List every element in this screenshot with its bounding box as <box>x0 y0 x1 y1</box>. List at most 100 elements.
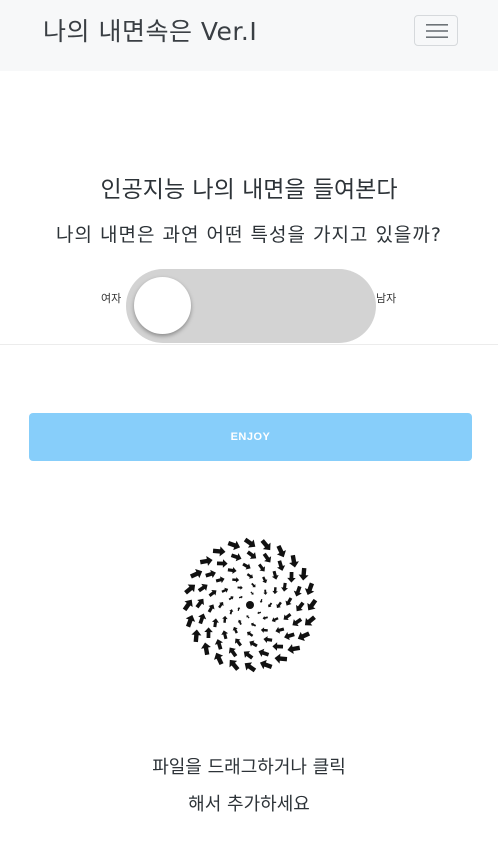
spiral-arrow <box>289 554 299 568</box>
spiral-arrow <box>204 627 213 639</box>
spiral-arrow <box>211 618 219 628</box>
spiral-arrow <box>258 648 270 657</box>
spiral-arrow <box>221 587 229 593</box>
page-headline: 인공지능 나의 내면을 들여본다 <box>100 177 398 203</box>
spiral-arrow <box>205 569 216 578</box>
spiral-arrow <box>216 559 228 568</box>
upload-instruction-line2[interactable]: 해서 추가하세요 <box>0 791 498 819</box>
spiral-arrow <box>263 589 268 595</box>
spiral-arrow <box>274 653 288 664</box>
spiral-arrow <box>185 614 196 628</box>
spiral-arrow <box>250 622 257 627</box>
spiral-arrow <box>293 585 302 597</box>
spiral-arrow <box>262 576 268 584</box>
spiral-arrow <box>277 560 286 571</box>
spiral-arrow <box>228 647 238 658</box>
spiral-arrow <box>229 659 240 671</box>
spiral-center <box>246 601 254 609</box>
spiral-arrow <box>207 604 215 613</box>
spiral-arrow <box>246 550 257 559</box>
spiral-arrow <box>272 587 278 595</box>
spiral-arrow <box>212 546 226 557</box>
spiral-arrow <box>272 642 284 651</box>
spiral-arrow <box>263 636 273 644</box>
enjoy-button[interactable]: ENJOY <box>29 413 472 461</box>
spiral-arrow <box>259 599 263 603</box>
gender-toggle-knob[interactable] <box>134 277 191 334</box>
gender-label-female: 여자 <box>101 292 122 305</box>
spiral-arrow <box>268 602 273 608</box>
spiral-arrow <box>230 553 242 562</box>
spiral-arrow <box>260 627 268 633</box>
spiral-arrow <box>221 630 229 640</box>
spiral-arrow <box>285 597 293 606</box>
spiral-arrow <box>198 613 207 625</box>
spiral-arrow <box>195 598 204 609</box>
spiral-arrow <box>296 601 305 612</box>
spiral-arrow <box>297 631 311 641</box>
spiral-arrow <box>271 570 279 580</box>
brand-title[interactable]: 나의 내면속은 Ver.I <box>43 14 257 50</box>
spiral-arrow <box>184 584 196 595</box>
spiral-arrow <box>214 652 224 666</box>
spiral-arrow <box>259 659 273 670</box>
spiral-arrow <box>197 583 208 593</box>
hamburger-menu-icon <box>426 24 448 38</box>
spiral-arrow <box>284 632 295 641</box>
spiral-arrow <box>250 591 254 595</box>
spiral-arrow <box>182 599 193 612</box>
spiral-arrow <box>292 617 303 627</box>
section-divider <box>0 344 498 345</box>
spiral-arrow <box>232 626 238 634</box>
spiral-arrow <box>275 626 285 634</box>
spiral-arrow <box>218 601 224 609</box>
spiral-arrow <box>287 644 301 654</box>
spiral-arrow <box>232 577 240 583</box>
spiral-arrow <box>276 544 286 558</box>
gender-label-male: 남자 <box>376 292 397 305</box>
spiral-arrow <box>307 598 318 611</box>
spiral-arrow <box>257 611 262 615</box>
spiral-arrow <box>215 576 225 584</box>
spiral-arrow <box>287 571 296 583</box>
spiral-arrow <box>237 585 243 590</box>
spiral-arrow <box>244 662 257 673</box>
spiral-arrow <box>237 607 241 611</box>
spiral-arrow <box>242 562 251 570</box>
spiral-arrow <box>201 642 211 656</box>
spiral-arrow <box>234 638 242 647</box>
menu-toggle-button[interactable] <box>414 15 458 46</box>
spiral-arrow <box>260 539 271 551</box>
spiral-arrow <box>238 595 243 599</box>
spiral-arrow <box>271 617 279 623</box>
spiral-arrow <box>262 615 268 621</box>
spiral-arrow <box>298 567 309 581</box>
spiral-arrow <box>246 615 250 619</box>
spiral-arrow <box>276 601 282 609</box>
spiral-arrow <box>304 615 316 626</box>
spiral-arrow <box>246 573 254 579</box>
spiral-arrow <box>208 589 217 597</box>
spiral-arrows-icon[interactable] <box>180 535 320 675</box>
navbar: 나의 내면속은 Ver.I <box>0 0 498 71</box>
gender-toggle-switch[interactable] <box>126 269 376 343</box>
spiral-arrow <box>262 552 272 563</box>
upload-instruction-line1[interactable]: 파일을 드래그하거나 클릭 <box>0 754 498 782</box>
spiral-arrow <box>304 582 315 596</box>
spiral-arrow <box>251 582 256 588</box>
spiral-arrow <box>243 651 254 660</box>
spiral-arrow <box>283 613 292 621</box>
spiral-arrow <box>243 537 256 548</box>
spiral-arrow <box>228 596 234 601</box>
page-subheadline: 나의 내면은 과연 어떤 특성을 가지고 있을까? <box>56 224 442 246</box>
spiral-arrow <box>199 556 213 566</box>
spiral-arrow <box>237 619 242 625</box>
spiral-arrow <box>227 540 241 551</box>
spiral-arrow <box>249 640 258 648</box>
spiral-arrow <box>227 566 237 574</box>
spiral-arrow <box>191 629 202 643</box>
spiral-arrow <box>214 639 223 650</box>
spiral-arrow <box>229 609 234 615</box>
spiral-arrow <box>258 563 266 572</box>
spiral-arrow <box>246 631 254 637</box>
